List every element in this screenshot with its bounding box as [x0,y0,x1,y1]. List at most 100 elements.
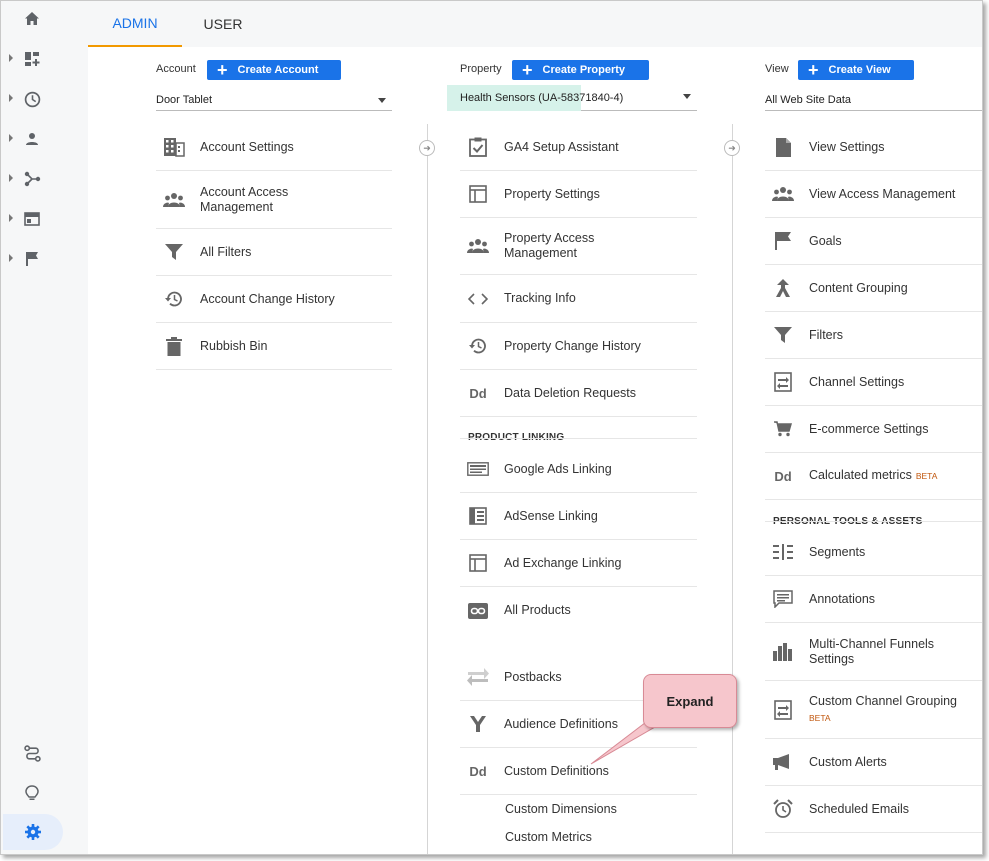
scheduled-emails-item[interactable]: Scheduled Emails [765,786,982,833]
beta-badge: BETA [809,712,831,723]
all-filters-item[interactable]: All Filters [156,229,392,276]
people-icon [771,182,795,206]
nav-audience[interactable] [1,125,63,153]
nav-admin[interactable] [3,814,63,850]
item-label: Multi-Channel Funnels Settings [809,636,935,666]
create-account-label: Create Account [237,64,319,76]
nav-home[interactable] [1,5,63,33]
view-selector[interactable]: All Web Site Data [765,89,982,111]
expand-caret-icon [9,134,13,142]
segments-item[interactable]: Segments [765,529,982,576]
create-property-button[interactable]: + Create Property [512,60,649,80]
fork-icon [466,712,490,736]
account-settings-item[interactable]: Account Settings [156,124,392,171]
ad-exchange-linking-item[interactable]: Ad Exchange Linking [460,540,697,587]
nav-customization[interactable] [1,45,63,73]
property-change-history-item[interactable]: Property Change History [460,323,697,370]
arrow-right-icon: ➜ [724,140,740,156]
item-label: Property Settings [504,186,600,201]
create-view-label: Create View [828,64,891,76]
property-selector[interactable]: Health Sensors (UA-58371840-4) [447,84,697,111]
goals-item[interactable]: Goals [765,218,982,265]
behavior-icon [24,212,40,226]
column-divider [732,124,733,854]
account-access-management-item[interactable]: Account Access Management [156,171,392,229]
grouping-icon [771,276,795,300]
google-ads-linking-item[interactable]: Google Ads Linking [460,446,697,493]
dd-icon: Dd [774,468,792,484]
rubbish-bin-item[interactable]: Rubbish Bin [156,323,392,370]
item-label: GA4 Setup Assistant [504,139,619,154]
item-label: Scheduled Emails [809,801,910,816]
item-label: Property Change History [504,338,641,353]
admin-icon [25,824,41,840]
item-label: Calculated metrics [809,468,912,482]
account-selected-value: Door Tablet [156,93,213,106]
layout-icon [466,182,490,206]
document-icon [771,135,795,159]
calculated-metrics-item[interactable]: Dd Calculated metrics BETA [765,453,982,500]
data-deletion-requests-item[interactable]: Dd Data Deletion Requests [460,370,697,417]
callout-text: Expand [666,693,714,709]
checklist-icon [466,135,490,159]
view-access-management-item[interactable]: View Access Management [765,171,982,218]
create-account-button[interactable]: + Create Account [207,60,341,80]
expand-caret-icon [9,214,13,222]
custom-alerts-item[interactable]: Custom Alerts [765,739,982,786]
bars-icon [771,640,795,664]
item-label: Custom Alerts [809,754,887,769]
comment-icon [771,587,795,611]
expand-caret-icon [9,94,13,102]
tracking-info-item[interactable]: Tracking Info [460,275,697,323]
tab-user[interactable]: USER [182,1,264,47]
nav-acquisition[interactable] [1,165,63,193]
multi-channel-funnels-settings-item[interactable]: Multi-Channel Funnels Settings [765,623,982,681]
custom-channel-grouping-item[interactable]: Custom Channel Grouping BETA [765,681,982,739]
dropdown-arrow-icon [378,98,386,103]
customization-icon [25,52,40,66]
account-selector[interactable]: Door Tablet [156,89,392,111]
view-selected-value: All Web Site Data [765,93,852,106]
column-divider [427,124,428,854]
building-icon [162,135,186,159]
filters-item[interactable]: Filters [765,312,982,359]
account-change-history-item[interactable]: Account Change History [156,276,392,323]
arrow-right-icon: ➜ [419,140,435,156]
item-label: Channel Settings [809,374,905,389]
content-grouping-item[interactable]: Content Grouping [765,265,982,312]
item-label: E-commerce Settings [809,421,929,436]
section-rule [765,521,982,522]
nav-behavior[interactable] [1,205,63,233]
property-access-management-item[interactable]: Property Access Management [460,218,697,275]
item-label: View Access Management [809,186,956,201]
view-settings-item[interactable]: View Settings [765,124,982,171]
property-settings-item[interactable]: Property Settings [460,171,697,218]
people-icon [466,234,490,258]
ads-icon [466,457,490,481]
item-label: AdSense Linking [504,508,598,523]
section-rule [460,438,697,439]
audience-icon [26,133,38,145]
nav-realtime[interactable] [1,85,63,113]
custom-dimensions-link[interactable]: Custom Dimensions [505,802,617,816]
ecommerce-settings-item[interactable]: E-commerce Settings [765,406,982,453]
ga4-setup-assistant-item[interactable]: GA4 Setup Assistant [460,124,697,171]
nav-attribution[interactable] [1,739,63,767]
annotations-item[interactable]: Annotations [765,576,982,623]
link-icon [466,599,490,623]
adsense-icon [466,504,490,528]
channel-settings-item[interactable]: Channel Settings [765,359,982,406]
beta-badge: BETA [915,471,938,481]
nav-discover[interactable] [1,779,63,807]
people-icon [162,188,186,212]
left-navigation [1,1,63,854]
discover-icon [25,784,39,800]
segments-icon [771,540,795,564]
create-view-button[interactable]: + Create View [798,60,914,80]
view-label: View [765,63,789,75]
nav-conversions[interactable] [1,245,63,273]
custom-metrics-link[interactable]: Custom Metrics [505,830,592,844]
all-products-item[interactable]: All Products [460,587,697,634]
tab-admin[interactable]: ADMIN [88,1,182,47]
adsense-linking-item[interactable]: AdSense Linking [460,493,697,540]
